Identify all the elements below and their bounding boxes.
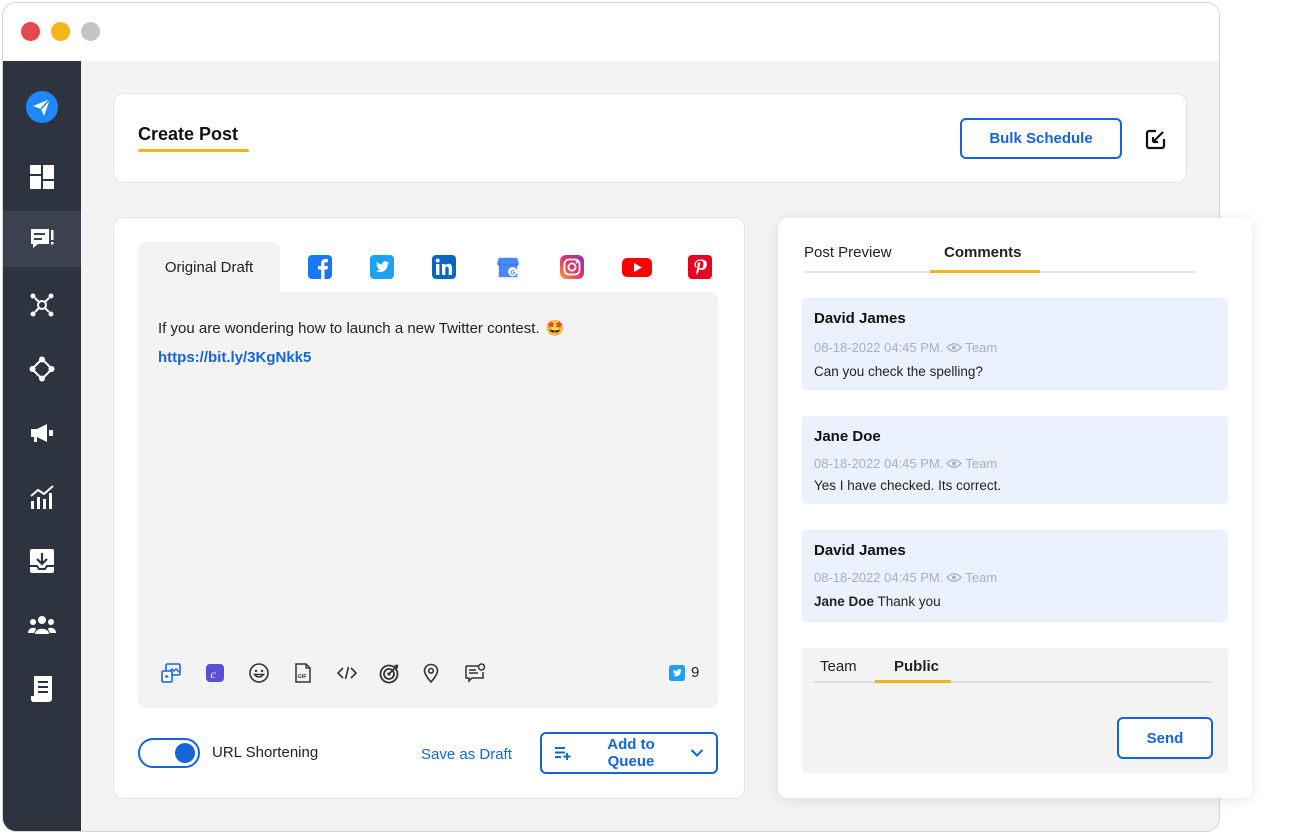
dashboard-icon xyxy=(30,165,54,189)
comment-mention[interactable]: Jane Doe xyxy=(814,594,874,609)
twitter-count-icon xyxy=(669,664,685,681)
comment-visibility: Team xyxy=(965,456,998,471)
page-title: Create Post xyxy=(138,124,239,144)
embed-code-icon[interactable] xyxy=(336,662,358,684)
media-icon[interactable] xyxy=(160,662,182,684)
tab-public[interactable]: Public xyxy=(894,658,939,675)
comment-timestamp: 08-18-2022 04:45 PM. xyxy=(814,340,944,355)
comment-meta: 08-18-2022 04:45 PM. Team xyxy=(814,570,997,585)
save-as-draft-link[interactable]: Save as Draft xyxy=(421,746,512,763)
sidebar-item-reports[interactable] xyxy=(3,661,81,717)
title-underline xyxy=(138,149,249,152)
queue-add-icon xyxy=(554,747,571,760)
header-card: Create Post Bulk Schedule xyxy=(113,93,1187,183)
close-window-button[interactable] xyxy=(21,22,40,41)
sidebar-item-downloads[interactable] xyxy=(3,533,81,589)
target-icon[interactable] xyxy=(378,662,400,684)
tab-comments[interactable]: Comments xyxy=(944,244,1022,261)
star-struck-emoji: 🤩 xyxy=(545,320,565,337)
connect-icon xyxy=(29,356,55,382)
comment-text: Yes I have checked. Its correct. xyxy=(814,478,1002,493)
comment-author: David James xyxy=(814,542,906,559)
comment-text: Jane Doe Thank you xyxy=(814,594,941,609)
reply-active-tab-indicator xyxy=(875,680,951,683)
twitter-icon[interactable] xyxy=(370,255,394,279)
sidebar-item-compose[interactable] xyxy=(3,211,81,267)
comment-card: David James 08-18-2022 04:45 PM. Team Ca… xyxy=(802,298,1228,390)
facebook-icon[interactable] xyxy=(308,255,332,279)
url-shortening-toggle[interactable] xyxy=(138,738,200,768)
comment-timestamp: 08-18-2022 04:45 PM. xyxy=(814,570,944,585)
network-icon xyxy=(30,293,54,317)
sidebar-item-connect[interactable] xyxy=(3,341,81,397)
svg-text:GIF: GIF xyxy=(298,674,308,680)
comment-author: David James xyxy=(814,310,906,327)
post-editor[interactable]: If you are wondering how to launch a new… xyxy=(138,292,718,708)
google-business-icon[interactable]: G xyxy=(496,255,520,279)
comment-author: Jane Doe xyxy=(814,428,881,445)
edit-icon[interactable] xyxy=(1144,127,1168,151)
comment-visibility: Team xyxy=(965,570,998,585)
svg-text:c: c xyxy=(211,667,217,681)
compose-card: Original Draft G If you are wondering ho… xyxy=(113,217,745,799)
character-count: 9 xyxy=(669,664,699,681)
tab-team[interactable]: Team xyxy=(820,658,857,675)
inbox-download-icon xyxy=(30,549,54,573)
comment-card: Jane Doe 08-18-2022 04:45 PM. Team Yes I… xyxy=(802,416,1228,504)
report-icon xyxy=(31,676,52,702)
reply-box[interactable]: Team Public Send xyxy=(802,648,1228,773)
sidebar-item-dashboard[interactable] xyxy=(3,149,81,205)
analytics-icon xyxy=(30,485,54,509)
toggle-knob xyxy=(175,743,195,763)
eye-icon xyxy=(946,343,963,352)
post-text-body: If you are wondering how to launch a new… xyxy=(158,320,540,337)
sidebar-item-campaigns[interactable] xyxy=(3,405,81,461)
tab-original-draft[interactable]: Original Draft xyxy=(138,242,280,292)
send-button[interactable]: Send xyxy=(1117,717,1213,759)
maximize-window-button[interactable] xyxy=(81,22,100,41)
comment-text: Can you check the spelling? xyxy=(814,364,983,379)
active-tab-indicator xyxy=(930,270,1040,273)
team-icon xyxy=(28,616,56,634)
youtube-icon[interactable] xyxy=(622,255,652,279)
instagram-icon[interactable] xyxy=(560,255,584,279)
add-to-queue-button[interactable]: Add to Queue xyxy=(540,732,718,774)
comment-meta: 08-18-2022 04:45 PM. Team xyxy=(814,456,997,471)
eye-icon xyxy=(946,573,963,582)
comment-card: David James 08-18-2022 04:45 PM. Team Ja… xyxy=(802,530,1228,622)
megaphone-icon xyxy=(31,424,53,442)
bulk-schedule-button[interactable]: Bulk Schedule xyxy=(960,118,1122,159)
comment-meta: 08-18-2022 04:45 PM. Team xyxy=(814,340,997,355)
gif-icon[interactable]: GIF xyxy=(292,662,314,684)
pinterest-icon[interactable] xyxy=(688,255,712,279)
linkedin-icon[interactable] xyxy=(432,255,456,279)
send-logo-icon xyxy=(26,91,58,123)
post-text[interactable]: If you are wondering how to launch a new… xyxy=(158,319,564,337)
comment-note-icon[interactable] xyxy=(464,662,486,684)
comment-visibility: Team xyxy=(965,340,998,355)
title-bar xyxy=(3,3,1219,61)
comment-text-body: Thank you xyxy=(877,594,941,609)
location-icon[interactable] xyxy=(420,662,442,684)
add-to-queue-label: Add to Queue xyxy=(607,736,655,770)
sidebar-item-team[interactable] xyxy=(3,597,81,653)
emoji-icon[interactable] xyxy=(248,662,270,684)
reply-tab-divider xyxy=(814,681,1212,683)
sidebar xyxy=(3,61,81,831)
post-link[interactable]: https://bit.ly/3KgNkk5 xyxy=(158,349,311,366)
tab-post-preview[interactable]: Post Preview xyxy=(804,244,892,261)
canva-icon[interactable]: c xyxy=(204,662,226,684)
eye-icon xyxy=(946,459,963,468)
chevron-down-icon[interactable] xyxy=(690,748,704,758)
sidebar-item-analytics[interactable] xyxy=(3,469,81,525)
comment-timestamp: 08-18-2022 04:45 PM. xyxy=(814,456,944,471)
svg-text:G: G xyxy=(510,269,515,276)
minimize-window-button[interactable] xyxy=(51,22,70,41)
character-count-value: 9 xyxy=(691,664,700,681)
sidebar-item-network[interactable] xyxy=(3,277,81,333)
compose-icon xyxy=(31,229,54,248)
url-shortening-label: URL Shortening xyxy=(212,744,319,761)
sidebar-item-logo[interactable] xyxy=(3,79,81,135)
preview-panel: Post Preview Comments David James 08-18-… xyxy=(778,218,1252,798)
